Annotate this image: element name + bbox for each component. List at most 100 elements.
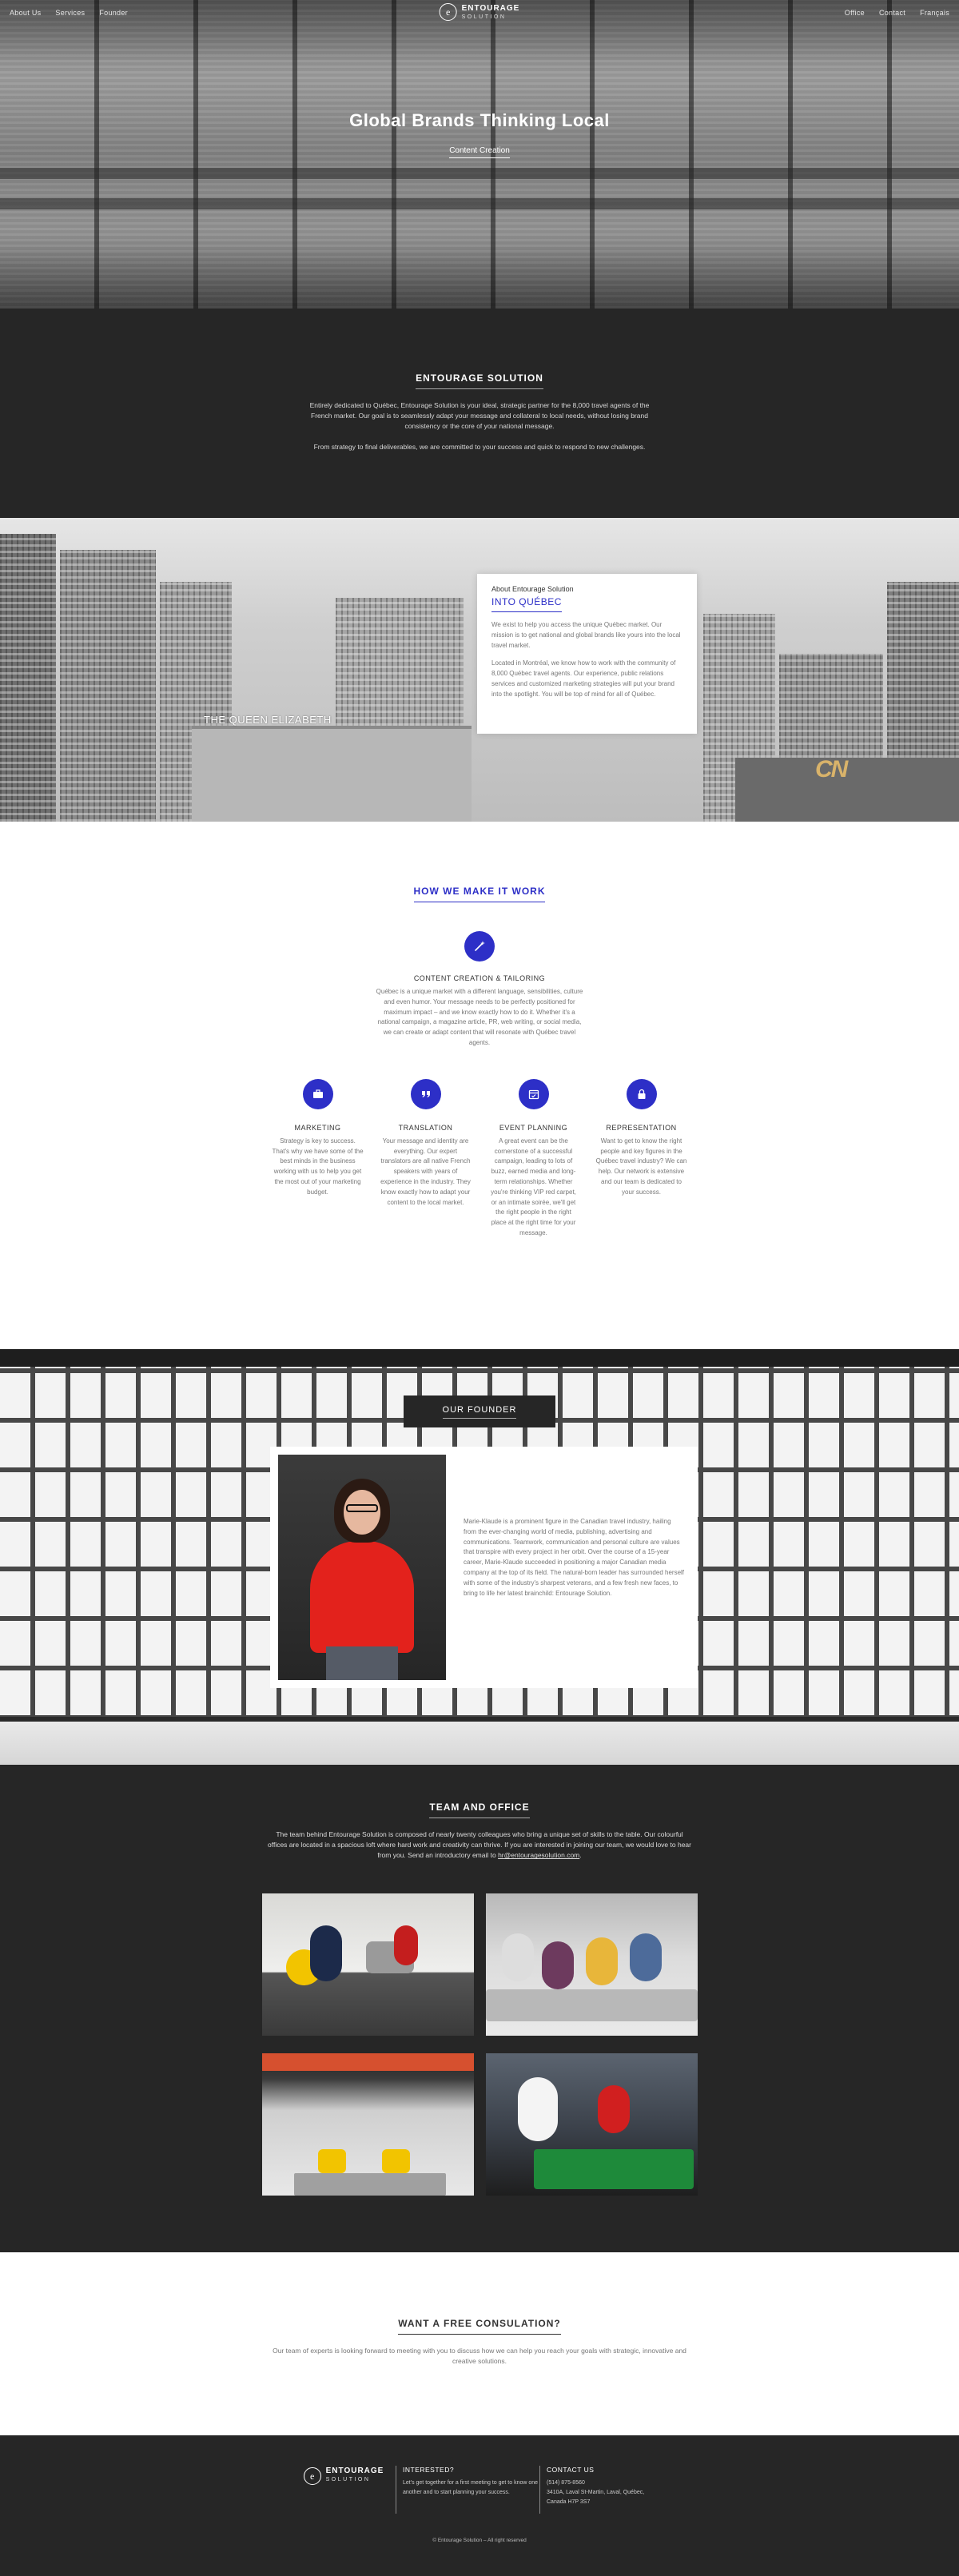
team-email-link[interactable]: hr@entouragesolution.com — [498, 1851, 579, 1859]
logo-mark-icon: e — [303, 2467, 321, 2485]
queen-elizabeth-sign: THE QUEEN ELIZABETH — [204, 714, 332, 726]
footer-contact-heading: CONTACT US — [547, 2466, 595, 2474]
brand-wordmark: ENTOURAGE SOLUTION — [461, 3, 520, 20]
footer-interested-heading: INTERESTED? — [403, 2466, 455, 2474]
feature-representation: REPRESENTATION Want to get to know the r… — [595, 1078, 687, 1239]
nav-link-about[interactable]: About Us — [10, 9, 41, 17]
cn-sign: CN — [815, 756, 848, 782]
photo-shape — [629, 1933, 662, 1981]
consultation-section: WANT A FREE CONSULATION? Our team of exp… — [0, 2252, 959, 2435]
team-paragraph: The team behind Entourage Solution is co… — [268, 1829, 691, 1861]
photo-shape — [381, 2148, 410, 2173]
briefcase-icon — [302, 1078, 333, 1109]
intro-paragraph-1: Entirely dedicated to Québec, Entourage … — [309, 401, 650, 431]
building — [192, 726, 472, 822]
photo-shape — [293, 2172, 446, 2196]
brand-logo[interactable]: e ENTOURAGE SOLUTION — [439, 3, 520, 21]
portrait-shape — [346, 1504, 378, 1512]
about-kicker: About Entourage Solution — [491, 585, 574, 593]
about-paragraph-2: Located in Montréal, we know how to work… — [491, 659, 676, 698]
feature-text: A great event can be the cornerstone of … — [491, 1137, 576, 1236]
founder-portrait — [278, 1455, 446, 1680]
footer-interested: INTERESTED? Let's get together for a fir… — [396, 2466, 539, 2514]
features-row: MARKETING Strategy is key to success. Th… — [0, 1078, 959, 1239]
feature-text: Want to get to know the right people and… — [595, 1137, 687, 1196]
building — [0, 534, 56, 822]
founder-section: OUR FOUNDER Marie-Klaude is a prominent … — [0, 1349, 959, 1765]
hero-title: Global Brands Thinking Local — [349, 110, 610, 130]
photo-shape — [309, 1925, 342, 1981]
nav-left-group: About Us Services Founder — [10, 9, 128, 17]
founder-card: Marie-Klaude is a prominent figure in th… — [270, 1447, 698, 1688]
copyright: © Entourage Solution – All right reserve… — [432, 2538, 527, 2543]
city-section: THE QUEEN ELIZABETH CN About Entourage S… — [0, 518, 959, 822]
about-card: About Entourage Solution INTO QUÉBEC We … — [477, 574, 697, 734]
team-text-end: . — [579, 1851, 582, 1860]
feature-content-creation: CONTENT CREATION & TAILORING Québec is a… — [376, 931, 583, 1049]
footer-brand-name: ENTOURAGE — [325, 2467, 384, 2475]
feature-title: MARKETING — [294, 1123, 341, 1132]
founder-heading: OUR FOUNDER — [442, 1405, 517, 1419]
feature-marketing: MARKETING Strategy is key to success. Th… — [272, 1078, 364, 1239]
footer-phone-link[interactable]: (514) 875-8560 — [547, 2480, 585, 2486]
footer-logo[interactable]: e ENTOURAGE SOLUTION — [292, 2466, 396, 2514]
footer-address-line-2: Canada H7P 3S7 — [547, 2498, 591, 2505]
portrait-shape — [326, 1646, 398, 1680]
footer-brand-sub: SOLUTION — [325, 2477, 371, 2482]
nav-link-contact[interactable]: Contact — [879, 9, 905, 17]
portrait-shape — [310, 1541, 414, 1653]
intro-paragraph-2: From strategy to final deliverables, we … — [313, 442, 646, 451]
photo-shape — [261, 2052, 474, 2071]
building — [735, 758, 959, 822]
consultation-heading: WANT A FREE CONSULATION? — [398, 2318, 561, 2335]
nav-link-founder[interactable]: Founder — [99, 9, 128, 17]
nav-link-office[interactable]: Office — [845, 9, 865, 17]
photo-shape — [393, 1925, 418, 1965]
photo-shape — [501, 1933, 534, 1981]
founder-heading-box: OUR FOUNDER — [404, 1395, 555, 1427]
feature-title: REPRESENTATION — [606, 1123, 677, 1132]
nav-link-services[interactable]: Services — [55, 9, 85, 17]
team-section: TEAM AND OFFICE The team behind Entourag… — [0, 1765, 959, 2252]
footer-columns: e ENTOURAGE SOLUTION INTERESTED? Let's g… — [0, 2466, 959, 2514]
services-heading: HOW WE MAKE IT WORK — [413, 886, 546, 902]
feature-title: TRANSLATION — [398, 1123, 453, 1132]
footer-contact-details: (514) 875-8560 3410A, Laval St-Martin, L… — [547, 2478, 667, 2507]
founder-bio: Marie-Klaude is a prominent figure in th… — [464, 1518, 685, 1597]
photo-shape — [517, 2076, 558, 2141]
about-paragraph-1: We exist to help you access the unique Q… — [491, 621, 681, 649]
hero-subtitle: Content Creation — [0, 146, 959, 158]
services-section: HOW WE MAKE IT WORK CONTENT CREATION & T… — [0, 822, 959, 1349]
floor-band — [0, 1717, 959, 1765]
footer-contact: CONTACT US (514) 875-8560 3410A, Laval S… — [539, 2466, 667, 2514]
lock-icon — [626, 1078, 657, 1109]
nav-right-group: Office Contact Français — [845, 9, 949, 17]
feature-translation: TRANSLATION Your message and identity ar… — [380, 1078, 472, 1239]
office-photo — [485, 2052, 698, 2196]
feature-text: Québec is a unique market with a differe… — [376, 988, 583, 1046]
feature-event-planning: EVENT PLANNING A great event can be the … — [487, 1078, 579, 1239]
consultation-text: Our team of experts is looking forward t… — [273, 2347, 686, 2366]
photo-shape — [585, 1937, 618, 1985]
hero-banner: About Us Services Founder Office Contact… — [0, 0, 959, 309]
logo-mark-icon: e — [439, 3, 457, 21]
team-text: The team behind Entourage Solution is co… — [268, 1830, 691, 1860]
nav-link-language[interactable]: Français — [920, 9, 949, 17]
brand-sub: SOLUTION — [461, 14, 507, 20]
intro-heading: ENTOURAGE SOLUTION — [416, 372, 543, 389]
intro-section: ENTOURAGE SOLUTION Entirely dedicated to… — [0, 309, 959, 518]
footer: e ENTOURAGE SOLUTION INTERESTED? Let's g… — [0, 2435, 959, 2576]
about-title: INTO QUÉBEC — [491, 596, 562, 612]
photo-shape — [541, 1941, 574, 1989]
calendar-icon — [518, 1078, 549, 1109]
ceiling-band — [0, 1349, 959, 1367]
feature-title: EVENT PLANNING — [499, 1123, 568, 1132]
office-photo — [261, 1893, 474, 2036]
brand-name: ENTOURAGE — [461, 3, 520, 13]
feature-text: Your message and identity are everything… — [380, 1137, 471, 1206]
office-photo — [261, 2052, 474, 2196]
photo-shape — [485, 1989, 698, 2021]
footer-wordmark: ENTOURAGE SOLUTION — [325, 2467, 384, 2483]
team-heading: TEAM AND OFFICE — [429, 1802, 530, 1818]
office-photo-grid — [0, 1893, 959, 2196]
